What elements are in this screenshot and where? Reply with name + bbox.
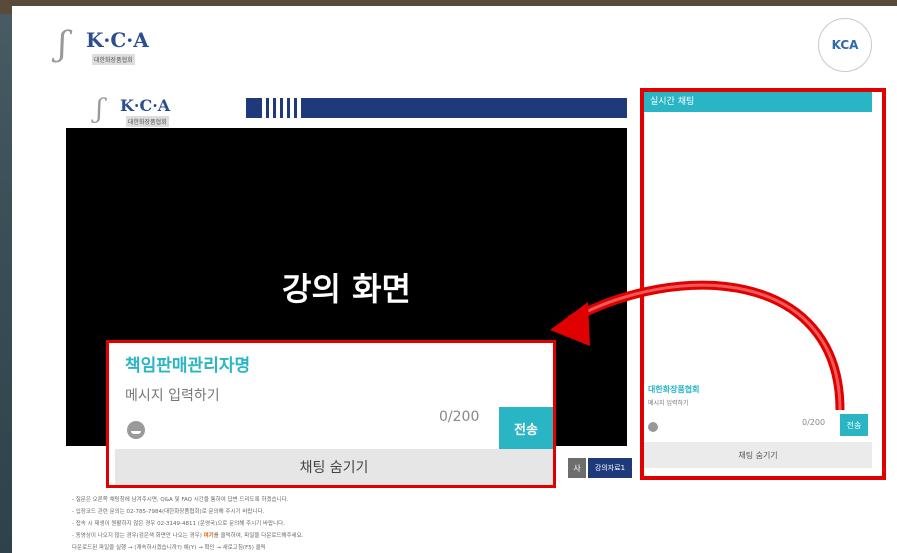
notice-item: 다운로드된 파일을 실행 → (계속하시겠습니까?) 예(Y) → 확인 → 새… bbox=[72, 545, 266, 551]
logo-text: K·C·A bbox=[86, 28, 149, 52]
zoom-hide-chat-button[interactable]: 채팅 숨기기 bbox=[115, 449, 553, 485]
banner-stripes bbox=[262, 98, 301, 118]
kca-logo: ʃ K·C·A 대한화장품협회 bbox=[58, 24, 178, 70]
annotation-arrow-icon bbox=[550, 280, 845, 411]
notice-item: - 동영상이 나오지 않는 경우(검은색 화면만 나오는 경우) 여기를 클릭하… bbox=[72, 533, 304, 539]
banner-swoosh-icon: ʃ bbox=[96, 94, 104, 124]
chat-zoom-callout: 책임판매관리자명 메시지 입력하기 0/200 전송 채팅 숨기기 bbox=[106, 340, 556, 488]
notice-download-link[interactable]: 여기 bbox=[204, 533, 214, 539]
notice-item: - 입장코드 관련 문의는 02-785-7984(대한화장품협회)로 문의해 … bbox=[72, 509, 265, 515]
notice-list: - 질문은 오른쪽 채팅창에 남겨주시면, Q&A 및 FAQ 시간을 통하여 … bbox=[72, 494, 612, 553]
logo-subtitle: 대한화장품협회 bbox=[92, 54, 135, 65]
zoom-message-input[interactable]: 메시지 입력하기 bbox=[125, 385, 220, 405]
zoom-send-button[interactable]: 전송 bbox=[499, 407, 553, 449]
logo-swoosh-icon: ʃ bbox=[58, 24, 68, 64]
notice-item: - 질문은 오른쪽 채팅창에 남겨주시면, Q&A 및 FAQ 시간을 통하여 … bbox=[72, 497, 289, 503]
zoom-char-count: 0/200 bbox=[439, 409, 480, 425]
kca-seal-logo: KCA bbox=[818, 18, 872, 72]
banner-logo-text: K·C·A bbox=[120, 96, 171, 115]
tab-lecture-material[interactable]: 강의자료1 bbox=[588, 458, 632, 478]
banner-logo-subtitle: 대한화장품협회 bbox=[126, 116, 169, 127]
banner-bar bbox=[246, 98, 627, 118]
banner-logo: ʃ K·C·A 대한화장품협회 bbox=[96, 94, 216, 127]
tab-survey[interactable]: 사 bbox=[568, 458, 586, 478]
notice-item: - 접속 시 재생이 원활하지 않은 경우 02-3149-4811 (운영국)… bbox=[72, 521, 285, 527]
zoom-user-name: 책임판매관리자명 bbox=[125, 356, 251, 376]
seal-text: KCA bbox=[831, 38, 859, 52]
emoji-icon[interactable] bbox=[127, 421, 145, 439]
